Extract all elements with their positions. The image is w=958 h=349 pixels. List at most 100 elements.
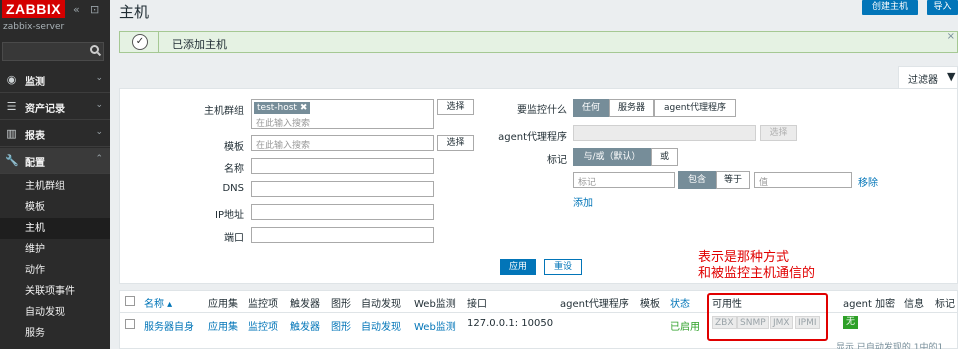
- name-input[interactable]: [251, 158, 434, 174]
- web-link[interactable]: Web监测: [414, 318, 456, 333]
- submenu-discovery[interactable]: 自动发现: [0, 302, 110, 323]
- sidebar-search-input[interactable]: [2, 42, 104, 61]
- monitored-by-label: 要监控什么: [517, 105, 567, 116]
- add-tag-link[interactable]: 添加: [573, 194, 593, 209]
- status-link[interactable]: 已启用: [670, 318, 700, 333]
- interface-value: 127.0.0.1: 10050: [467, 318, 554, 329]
- menu-label: 配置: [25, 158, 45, 169]
- header-graphs: 图形: [331, 299, 351, 310]
- kiosk-mode-icon[interactable]: ⊡: [90, 3, 99, 16]
- header-info: 信息: [904, 299, 924, 310]
- menu-configuration[interactable]: 🔧 配置 ⌃: [0, 148, 110, 174]
- monitored-by-any[interactable]: 任何: [573, 99, 609, 117]
- menu-label: 监测: [25, 77, 45, 88]
- submenu-templates[interactable]: 模板: [0, 197, 110, 218]
- configuration-submenu: 主机群组 模板 主机 维护 动作 关联项事件 自动发现 服务: [0, 176, 110, 344]
- chevron-down-icon: ⌄: [95, 73, 103, 83]
- tag-equals[interactable]: 等于: [716, 171, 750, 189]
- submenu-services[interactable]: 服务: [0, 323, 110, 344]
- tags-and-or[interactable]: 与/或（默认）: [573, 148, 651, 166]
- tag-contains[interactable]: 包含: [678, 171, 716, 189]
- host-group-tag: test-host ✖: [254, 102, 311, 114]
- graphs-link[interactable]: 图形: [331, 318, 351, 333]
- tag-name-input[interactable]: 标记: [573, 172, 675, 188]
- submenu-hosts[interactable]: 主机: [0, 218, 110, 239]
- header-name[interactable]: 名称 ▴: [144, 295, 172, 310]
- reset-button[interactable]: 重设: [544, 259, 582, 275]
- menu-reports[interactable]: ▥ 报表 ⌄: [0, 121, 110, 147]
- proxy-label: agent代理程序: [498, 132, 567, 143]
- header-proxy: agent代理程序: [560, 299, 629, 310]
- divider: [158, 32, 159, 52]
- header-items: 监控项: [248, 299, 278, 310]
- select-all-checkbox[interactable]: [125, 296, 135, 306]
- hosts-table: 名称 ▴ 应用集 监控项 触发器 图形 自动发现 Web监测 接口 agent代…: [119, 290, 958, 349]
- triggers-link[interactable]: 触发器: [290, 318, 320, 333]
- menu-monitoring[interactable]: ◉ 监测 ⌄: [0, 67, 110, 93]
- header-templates: 模板: [640, 299, 660, 310]
- template-select-button[interactable]: 选择: [437, 135, 474, 151]
- submenu-maintenance[interactable]: 维护: [0, 239, 110, 260]
- annotation-line-2: 和被监控主机通信的: [698, 266, 816, 281]
- host-group-select-button[interactable]: 选择: [437, 99, 474, 115]
- submenu-correlations[interactable]: 关联项事件: [0, 281, 110, 302]
- apply-button[interactable]: 应用: [500, 259, 536, 275]
- submenu-host-groups[interactable]: 主机群组: [0, 176, 110, 197]
- applications-link[interactable]: 应用集: [208, 318, 238, 333]
- filter-tab[interactable]: 过滤器 ▼: [898, 66, 958, 88]
- chart-icon: ▥: [6, 127, 17, 140]
- tag-label: test-host: [257, 103, 297, 113]
- monitored-by-proxy[interactable]: agent代理程序: [654, 99, 736, 117]
- submenu-actions[interactable]: 动作: [0, 260, 110, 281]
- encryption-badge: 无: [843, 316, 859, 329]
- collapse-sidebar-icon[interactable]: «: [73, 3, 80, 16]
- row-checkbox[interactable]: [125, 319, 135, 329]
- filter-icon: ▼: [947, 70, 956, 83]
- ip-input[interactable]: [251, 204, 434, 220]
- import-button[interactable]: 导入: [927, 0, 958, 15]
- items-link[interactable]: 监控项: [248, 318, 278, 333]
- header-web: Web监测: [414, 299, 456, 310]
- template-input[interactable]: 在此输入搜索: [251, 135, 434, 151]
- eye-icon: ◉: [6, 73, 17, 86]
- host-group-multiselect[interactable]: test-host ✖ 在此输入搜索: [251, 99, 434, 129]
- dns-input[interactable]: [251, 181, 434, 197]
- tags-or[interactable]: 或: [651, 148, 678, 166]
- chevron-down-icon: ⌄: [95, 127, 103, 137]
- host-name-link[interactable]: 服务器自身: [144, 318, 194, 333]
- create-host-button[interactable]: 创建主机: [862, 0, 918, 15]
- table-footer: 显示 已自动发现的 1中的1: [836, 343, 944, 349]
- proxy-input: [573, 125, 756, 141]
- name-label: 名称: [224, 164, 244, 175]
- remove-tag-icon[interactable]: ✖: [300, 103, 308, 113]
- page-title: 主机: [119, 3, 150, 21]
- template-label: 模板: [224, 142, 244, 153]
- port-input[interactable]: [251, 227, 434, 243]
- remove-tag-link[interactable]: 移除: [858, 174, 878, 189]
- header-status[interactable]: 状态: [670, 295, 690, 310]
- chevron-down-icon: ⌄: [95, 100, 103, 110]
- sidebar: ZABBIX « ⊡ zabbix-server ◉ 监测 ⌄ ☰ 资产记录 ⌄…: [0, 0, 110, 349]
- monitored-by-server[interactable]: 服务器: [609, 99, 654, 117]
- message-text: 已添加主机: [172, 38, 227, 51]
- discovery-link[interactable]: 自动发现: [361, 318, 401, 333]
- close-icon[interactable]: ×: [947, 31, 955, 42]
- tags-label: 标记: [547, 155, 567, 166]
- chevron-up-icon: ⌃: [95, 154, 103, 164]
- annotation-text: 表示是那种方式 和被监控主机通信的: [698, 250, 815, 282]
- menu-label: 资产记录: [25, 104, 65, 115]
- wrench-icon: 🔧: [5, 154, 19, 167]
- search-placeholder: 在此输入搜索: [256, 119, 311, 129]
- header-discovery: 自动发现: [361, 299, 401, 310]
- divider: [120, 312, 958, 313]
- tag-value-input[interactable]: 值: [754, 172, 852, 188]
- zabbix-logo[interactable]: ZABBIX: [2, 0, 65, 18]
- menu-inventory[interactable]: ☰ 资产记录 ⌄: [0, 94, 110, 120]
- menu-label: 报表: [25, 131, 45, 142]
- filter-panel: 主机群组 test-host ✖ 在此输入搜索 选择 模板 在此输入搜索 选择 …: [119, 88, 958, 284]
- dns-label: DNS: [222, 183, 244, 194]
- search-icon[interactable]: [90, 45, 99, 54]
- filter-tab-label: 过滤器: [908, 75, 938, 86]
- annotation-line-1: 表示是那种方式: [698, 250, 790, 265]
- list-icon: ☰: [6, 100, 17, 113]
